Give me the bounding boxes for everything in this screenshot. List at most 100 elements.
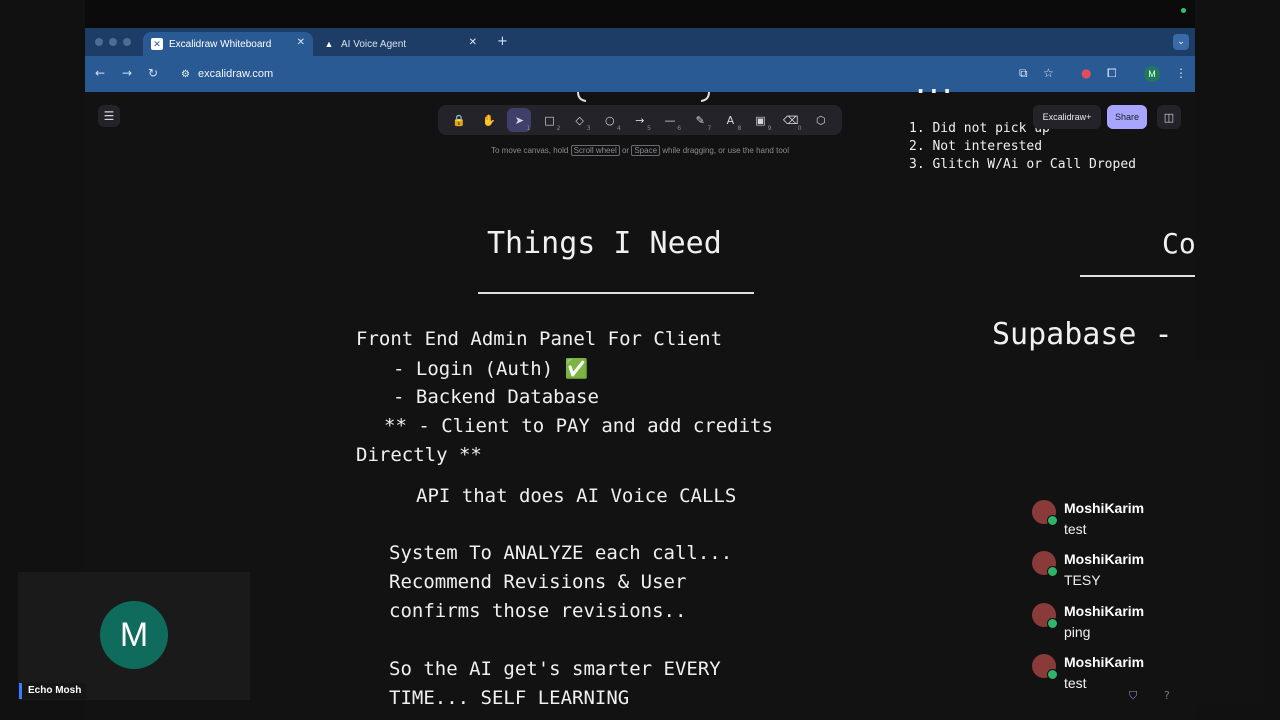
tool-shortcut: 3	[586, 125, 591, 132]
site-settings-icon[interactable]: ⚙	[181, 69, 190, 80]
new-tab-button[interactable]: +	[497, 34, 508, 49]
bookmark-star-icon[interactable]: ☆	[1043, 66, 1054, 80]
lock-tool[interactable]: 🔒	[447, 108, 471, 132]
sidebar-icon: ◫	[1163, 110, 1175, 124]
extensions-icon[interactable]: ⧠	[1107, 66, 1117, 81]
reason-1: 1. Did not pick up	[909, 121, 1050, 136]
selection-tool[interactable]: ➤ 1	[507, 108, 532, 132]
ellipse-icon: ○	[604, 113, 615, 127]
selection-icon: ➤	[514, 113, 524, 127]
top-right-fragment: ...	[914, 74, 954, 99]
window-minimize-dot[interactable]	[109, 38, 117, 46]
hint-prefix: To move canvas, hold	[490, 146, 569, 155]
hamburger-icon: ☰	[103, 109, 115, 123]
hand-tool[interactable]: ✋	[477, 108, 501, 132]
main-menu-button[interactable]: ☰	[98, 105, 120, 127]
tool-shortcut: 5	[647, 125, 651, 132]
tool-shortcut: 4	[616, 125, 621, 132]
reload-icon[interactable]: ↻	[148, 66, 158, 80]
tool-shortcut: 1	[526, 125, 531, 132]
arrow-tool[interactable]: → 5	[628, 108, 652, 133]
chat-sender: MoshiKarim	[1064, 603, 1145, 619]
recording-indicator	[1181, 8, 1186, 13]
tab-ai-voice-agent[interactable]: ▲ AI Voice Agent ✕	[315, 32, 485, 56]
rectangle-icon: □	[544, 113, 555, 127]
image-icon: ▣	[755, 113, 766, 127]
extension-record-icon[interactable]: ●	[1081, 66, 1091, 80]
diamond-icon: ◇	[575, 113, 584, 127]
text-tool[interactable]: A8	[718, 108, 742, 133]
canvas-title: Things I Need	[487, 226, 722, 261]
excalidraw-icon: ✕	[151, 38, 163, 50]
install-app-icon[interactable]: ⧉	[1019, 66, 1028, 81]
login-text: - Login (Auth) ✅	[393, 358, 589, 380]
profile-avatar[interactable]: M	[1144, 66, 1160, 82]
tool-shortcut: 2	[556, 125, 561, 132]
participant-name: Echo Mosh	[19, 683, 88, 699]
hint-suffix: while dragging, or use the hand tool	[662, 146, 790, 155]
backend-text: - Backend Database	[393, 386, 599, 408]
url-text: excalidraw.com	[197, 68, 274, 80]
image-tool[interactable]: ▣ 9	[748, 108, 772, 133]
eraser-tool[interactable]: ⌫ 0	[779, 108, 803, 133]
draw-icon: ✎	[695, 113, 705, 127]
chat-text: TESY	[1064, 572, 1101, 588]
partial-shape-right	[700, 92, 710, 102]
front-end-text: Front End Admin Panel For Client	[356, 328, 723, 350]
window-maximize-dot[interactable]	[123, 38, 131, 46]
reason-3: 3. Glitch W/Ai or Call Droped	[909, 157, 1136, 172]
draw-tool[interactable]: ✎ 7	[688, 108, 712, 133]
right-heading-fragment: Co	[1162, 227, 1195, 260]
chat-text: test	[1064, 521, 1087, 537]
hand-icon: ✋	[482, 113, 497, 127]
help-icon[interactable]: ?	[1164, 689, 1170, 702]
hint-key-space: Space	[631, 145, 661, 156]
library-sidebar-button[interactable]: ◫	[1157, 105, 1181, 129]
close-tab-icon[interactable]: ✕	[469, 37, 477, 48]
back-icon[interactable]: ←	[95, 66, 105, 80]
url-field[interactable]: ⚙ excalidraw.com	[173, 63, 1033, 85]
participant-avatar: M	[100, 601, 168, 669]
forward-icon[interactable]: →	[122, 66, 132, 80]
api-text: API that does AI Voice CALLS	[416, 485, 737, 507]
tab-excalidraw[interactable]: ✕ Excalidraw Whiteboard ✕	[143, 32, 313, 56]
eraser-icon: ⌫	[782, 113, 799, 127]
hint-key-scroll: Scroll wheel	[570, 145, 620, 156]
diamond-tool[interactable]: ◇ 3	[568, 108, 592, 133]
canvas-hint: To move canvas, hold Scroll wheel or Spa…	[440, 145, 840, 156]
avatar	[1032, 500, 1058, 526]
avatar	[1032, 603, 1058, 629]
more-tools-icon: ⬡	[815, 113, 826, 127]
text-icon: A	[726, 113, 735, 127]
shield-icon[interactable]: ⛉	[1129, 689, 1137, 703]
share-button[interactable]: Share	[1107, 105, 1147, 129]
tab-search-chevron-icon[interactable]: ⌄	[1173, 34, 1189, 50]
partial-shape-left	[577, 92, 587, 102]
avatar	[1032, 654, 1058, 680]
hint-or: or	[621, 146, 630, 155]
more-tools-tool[interactable]: ⬡	[809, 108, 833, 132]
chat-text: test	[1064, 675, 1087, 691]
tab-title: AI Voice Agent	[341, 38, 407, 50]
line-tool[interactable]: —6	[658, 108, 682, 133]
tool-shortcut: 9	[767, 125, 772, 132]
smarter-text-1: So the AI get's smarter EVERY	[389, 658, 721, 680]
smarter-text-2: TIME... SELF LEARNING	[389, 687, 630, 709]
top-strip	[85, 0, 1195, 28]
chat-text: ping	[1064, 624, 1091, 640]
chat-sender: MoshiKarim	[1064, 654, 1145, 670]
reason-2: 2. Not interested	[909, 139, 1043, 154]
rectangle-tool[interactable]: □ 2	[537, 108, 561, 133]
ellipse-tool[interactable]: ○ 4	[598, 108, 622, 133]
chat-sender: MoshiKarim	[1064, 500, 1145, 516]
excalidraw-plus-button[interactable]: Excalidraw+	[1033, 105, 1101, 129]
lock-icon: 🔒	[452, 113, 466, 127]
pay-text: ** - Client to PAY and add credits	[384, 415, 773, 437]
browser-menu-icon[interactable]: ⋮	[1175, 66, 1187, 80]
triangle-icon: ▲	[324, 39, 334, 49]
close-tab-icon[interactable]: ✕	[297, 37, 305, 48]
arrow-icon: →	[635, 113, 645, 127]
tab-title: Excalidraw Whiteboard	[169, 38, 272, 50]
window-close-dot[interactable]	[95, 38, 103, 46]
system-text-2: Recommend Revisions & User	[389, 571, 687, 593]
